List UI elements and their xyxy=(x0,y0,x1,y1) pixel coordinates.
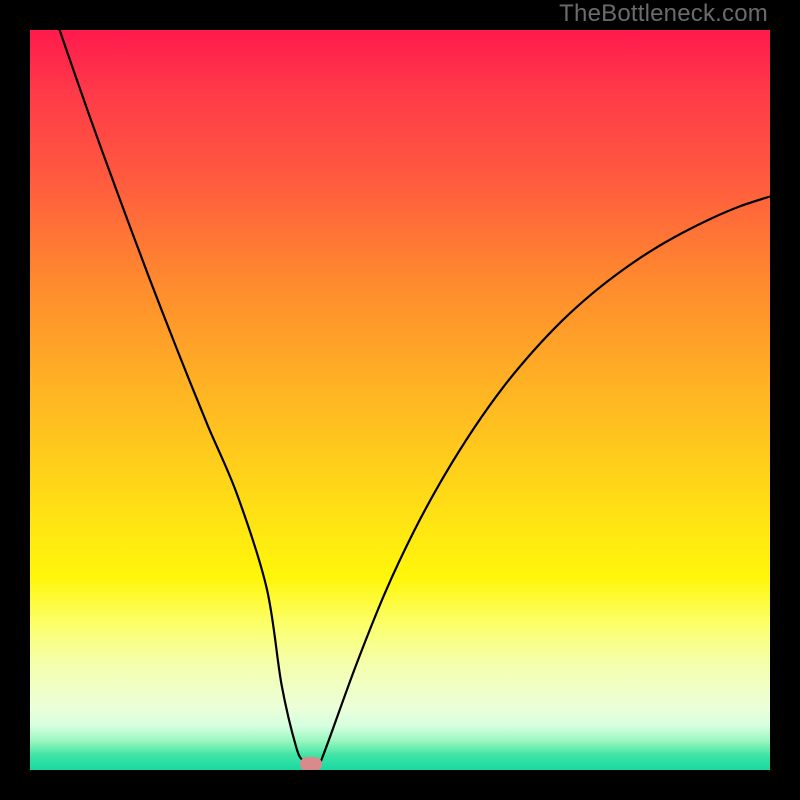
plot-area xyxy=(30,30,770,770)
bottleneck-curve xyxy=(30,30,770,770)
watermark-text: TheBottleneck.com xyxy=(559,0,768,28)
chart-frame: TheBottleneck.com xyxy=(0,0,800,800)
min-marker xyxy=(300,757,322,770)
